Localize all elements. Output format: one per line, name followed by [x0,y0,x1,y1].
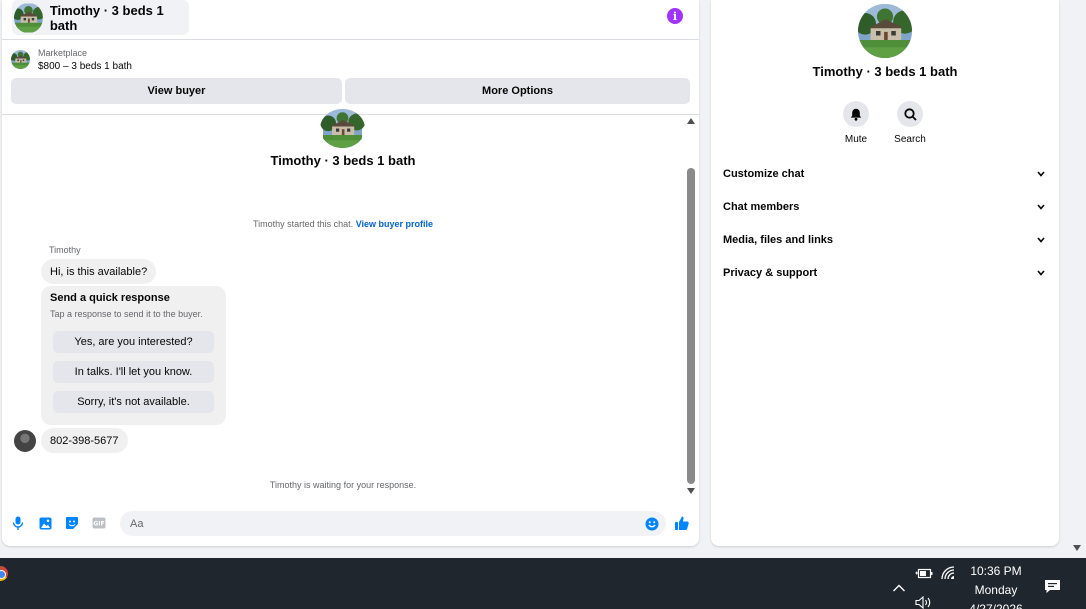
quick-response-talks-button[interactable]: In talks. I'll let you know. [53,361,214,383]
search-icon[interactable] [897,101,923,127]
section-label: Chat members [723,201,800,213]
system-clock[interactable]: 10:36 PM Monday 4/27/2026 [960,562,1032,609]
section-privacy-support[interactable]: Privacy & support [723,263,1047,283]
scroll-thumb[interactable] [687,168,695,484]
chat-started-text: Timothy started this chat. [252,219,354,229]
microphone-icon[interactable] [11,516,25,530]
chat-details-panel: Timothy · 3 beds 1 bath Mute Search Cust… [711,0,1059,546]
chrome-app-icon[interactable] [0,566,8,581]
clock-date: 4/27/2026 [969,602,1023,609]
battery-icon[interactable] [915,567,933,579]
section-customize-chat[interactable]: Customize chat [723,164,1047,184]
chat-panel: Timothy · 3 beds 1 bath i Marketplace $8… [2,0,699,546]
listing-thumbnail [14,3,43,33]
message-text: Hi, is this available? [50,265,148,278]
search-label: Search [894,134,926,145]
chevron-down-icon [1035,168,1047,180]
chevron-down-icon [1035,201,1047,213]
listing-title[interactable]: $800 – 3 beds 1 bath [38,61,132,72]
message-composer: GIF [2,510,699,538]
wifi-icon[interactable] [941,566,957,580]
details-thumbnail [858,4,912,58]
gif-label: GIF [93,521,104,528]
emoji-icon[interactable] [645,517,659,531]
scroll-up-arrow-icon[interactable] [687,118,695,124]
quick-response-card: Send a quick response Tap a response to … [41,286,226,425]
taskbar: 10:36 PM Monday 4/27/2026 [0,558,1086,609]
message-scrollbar[interactable] [685,118,697,496]
chat-header-title: Timothy · 3 beds 1 bath [49,2,164,33]
photo-icon[interactable] [38,516,52,530]
phone-message-text: 802-398-5677 [50,434,119,447]
mute-label: Mute [844,134,868,145]
marketplace-label: Marketplace [38,48,88,58]
search-action[interactable]: Search [890,101,930,145]
message-list: Timothy · 3 beds 1 bath Timothy started … [2,115,699,500]
marketplace-banner: Marketplace $800 – 3 beds 1 bath View bu… [2,41,699,115]
quick-response-title: Send a quick response [50,292,170,304]
thumbs-up-icon[interactable] [674,515,690,531]
chevron-down-icon [1035,234,1047,246]
details-title: Timothy · 3 beds 1 bath [812,64,958,79]
clock-day: Monday [974,583,1018,597]
message-bubble: 802-398-5677 [41,428,128,453]
message-bubble: Hi, is this available? [41,259,157,284]
section-media-files-links[interactable]: Media, files and links [723,230,1047,250]
section-label: Customize chat [723,168,805,180]
volume-icon[interactable] [915,595,933,609]
bell-icon[interactable] [843,101,869,127]
section-chat-members[interactable]: Chat members [723,197,1047,217]
quick-response-sorry-button[interactable]: Sorry, it's not available. [53,391,214,413]
notification-center-icon[interactable] [1044,579,1061,593]
quick-response-subtitle: Tap a response to send it to the buyer. [50,309,203,319]
sender-name: Timothy [49,245,81,255]
gif-icon[interactable]: GIF [92,516,106,530]
clock-time: 10:36 PM [970,564,1022,578]
listing-thumbnail-small [11,50,30,69]
sticker-icon[interactable] [65,516,79,530]
view-buyer-button[interactable]: View buyer [11,78,342,104]
chat-header: Timothy · 3 beds 1 bath i [2,0,699,40]
message-input[interactable] [120,511,666,536]
conversation-name: Timothy · 3 beds 1 bath [270,153,416,168]
page-scroll-down-arrow-icon[interactable] [1073,545,1081,551]
conversation-thumbnail [320,109,365,148]
more-options-button[interactable]: More Options [345,78,690,104]
chat-started-notice: Timothy started this chat. View buyer pr… [2,219,684,229]
scroll-down-arrow-icon[interactable] [687,488,695,494]
section-label: Privacy & support [723,267,818,279]
info-icon[interactable]: i [667,8,683,24]
buyer-avatar[interactable] [14,430,36,452]
quick-response-yes-button[interactable]: Yes, are you interested? [53,331,214,353]
chevron-down-icon [1035,267,1047,279]
waiting-notice: Timothy is waiting for your response. [269,480,417,490]
view-buyer-profile-link[interactable]: View buyer profile [356,219,433,229]
mute-action[interactable]: Mute [836,101,876,145]
section-label: Media, files and links [723,234,834,246]
chat-header-title-button[interactable]: Timothy · 3 beds 1 bath [12,0,189,35]
show-hidden-icons-chevron-icon[interactable] [892,580,906,592]
